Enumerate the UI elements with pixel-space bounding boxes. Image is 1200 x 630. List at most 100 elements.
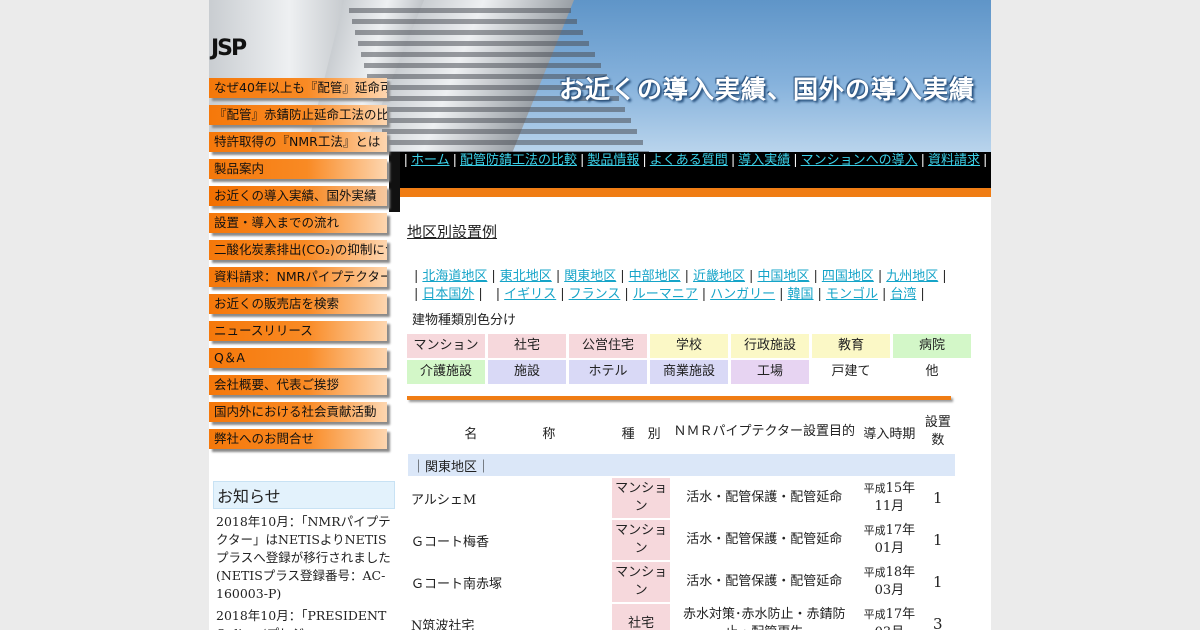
- region-link[interactable]: 関東地区: [564, 269, 616, 284]
- sidebar-item-9[interactable]: お近くの販売店を検索: [209, 294, 387, 314]
- region-link[interactable]: 四国地区: [822, 269, 874, 284]
- region-links-row: | 日本国外 | | イギリス | フランス | ルーマニア | ハンガリー | 韓国 | モンゴル | 台湾…: [410, 286, 959, 304]
- top-navigation: | ホーム | 配管防錆工法の比較 | 製品情報 | よくある質問 | 導入実績 | マンションへの導…: [400, 152, 991, 188]
- region-link[interactable]: 台湾: [890, 287, 916, 302]
- separator: |: [452, 153, 457, 168]
- legend-item: 介護施設: [407, 360, 485, 384]
- region-link[interactable]: 北海道地区: [422, 269, 487, 284]
- separator: |: [793, 153, 798, 168]
- row-count: 1: [933, 531, 943, 549]
- region-link[interactable]: 韓国: [788, 287, 814, 302]
- building-floor-line: [361, 52, 595, 57]
- sidebar-item-1[interactable]: なぜ40年以上も『配管』延命可能か: [209, 78, 387, 98]
- separator: |: [560, 287, 565, 302]
- separator: |: [701, 287, 707, 302]
- building-floor-line: [355, 30, 583, 35]
- table-row: Ｇコート梅香 マンション 活水・配管保護・配管延命 平成17年01月 1: [408, 520, 955, 560]
- separator: |: [414, 269, 419, 284]
- page: JSP お近くの導入実績、国外の導入実績 | ホーム | 配管防錆工法の比較 | 製品情報…: [209, 0, 991, 630]
- row-name: Ｇコート梅香: [411, 534, 490, 550]
- separator: |: [920, 153, 926, 168]
- separator: |: [491, 269, 496, 284]
- nav-link-2[interactable]: 配管防錆工法の比較: [460, 153, 577, 168]
- col-count: 設置数: [924, 415, 951, 448]
- company-logo[interactable]: JSP: [211, 36, 247, 61]
- col-date: 導入時期: [863, 426, 916, 442]
- row-count: 3: [933, 615, 943, 630]
- col-purpose: ＮＭＲパイプテクター設置目的: [673, 424, 855, 439]
- news-item: 2018年10月：「PRESIDENT Online (プレジ: [216, 608, 387, 630]
- orange-divider: [407, 396, 951, 400]
- nav-divider: [400, 188, 991, 197]
- separator: |: [684, 269, 690, 284]
- legend-item: 戸建て: [812, 360, 890, 384]
- building-floor-line: [358, 41, 589, 46]
- table-header-row: 名 称 種 別 ＮＭＲパイプテクター設置目的 導入時期 設置数: [408, 412, 955, 452]
- nav-link-7[interactable]: 資料請求: [928, 153, 980, 168]
- separator: |: [877, 269, 883, 284]
- row-date: 平成18年03月: [858, 562, 921, 602]
- row-purpose: 活水・配管保護・配管延命: [686, 574, 843, 589]
- region-link[interactable]: イギリス: [504, 287, 556, 302]
- sidebar-item-8[interactable]: 資料請求：NMRパイプテクター: [209, 267, 387, 287]
- sidebar-item-3[interactable]: 特許取得の『NMR工法』とは: [209, 132, 387, 152]
- row-name: Ｇコート南赤塚: [411, 576, 503, 592]
- region-link[interactable]: ルーマニア: [633, 287, 698, 302]
- region-link[interactable]: 中部地区: [629, 269, 681, 284]
- region-link[interactable]: モンゴル: [826, 287, 878, 302]
- row-name: アルシェM: [411, 492, 477, 508]
- separator: |: [642, 153, 647, 168]
- row-era: 平成: [863, 566, 886, 579]
- building-floor-line: [352, 19, 577, 24]
- nav-link-1[interactable]: ホーム: [411, 153, 450, 168]
- legend-title: 建物種類別色分け: [412, 313, 517, 328]
- sidebar-item-13[interactable]: 国内外における社会貢献活動: [209, 402, 387, 422]
- separator: |: [414, 287, 419, 302]
- nav-link-6[interactable]: マンションへの導入: [801, 153, 918, 168]
- row-purpose: 赤水対策･赤水防止・赤錆防止・配管更生: [682, 607, 846, 630]
- separator: |: [403, 153, 408, 168]
- row-era: 平成: [863, 524, 886, 537]
- separator: | |: [478, 287, 501, 302]
- sidebar-item-12[interactable]: 会社概要、代表ご挨拶: [209, 375, 387, 395]
- separator: |: [983, 153, 988, 168]
- sidebar-item-2[interactable]: 『配管』赤錆防止延命工法の比較: [209, 105, 387, 125]
- nav-link-5[interactable]: 導入実績: [738, 153, 790, 168]
- legend-item: ホテル: [569, 360, 647, 384]
- sidebar-item-4[interactable]: 製品案内: [209, 159, 387, 179]
- row-date: 平成17年03月: [858, 604, 921, 630]
- sidebar-item-6[interactable]: 設置・導入までの流れ: [209, 213, 387, 233]
- page-title: お近くの導入実績、国外の導入実績: [558, 75, 975, 104]
- sidebar-item-5[interactable]: お近くの導入実績、国外実績: [209, 186, 387, 206]
- separator: |: [942, 269, 947, 284]
- region-label: ｜関東地区｜: [408, 454, 955, 476]
- separator: |: [730, 153, 736, 168]
- col-type: 種 別: [621, 426, 661, 442]
- table-row: Ｇコート南赤塚 マンション 活水・配管保護・配管延命 平成18年03月 1: [408, 562, 955, 602]
- main-content: 地区別設置例 | 北海道地区 | 東北地区 | 関東地区 | 中部地区 | 近畿地区 | 中国地区 | 四…: [407, 215, 971, 384]
- sidebar-item-14[interactable]: 弊社へのお問合せ: [209, 429, 387, 449]
- building-type-legend: マンション 社宅 公営住宅 学校 行政施設 教育 病院 介護施設 施設 ホテル 商業施設 工場 戸建て他: [407, 334, 971, 384]
- legend-item: 行政施設: [731, 334, 809, 358]
- row-type: マンション: [611, 520, 671, 560]
- building-floor-line: [385, 140, 643, 145]
- row-purpose: 活水・配管保護・配管延命: [686, 490, 843, 505]
- table-row: アルシェM マンション 活水・配管保護・配管延命 平成15年11月 1: [408, 478, 955, 518]
- separator: |: [817, 287, 822, 302]
- separator: |: [624, 287, 629, 302]
- nav-link-4[interactable]: よくある質問: [650, 153, 728, 168]
- region-link[interactable]: 九州地区: [886, 269, 938, 284]
- region-link[interactable]: ハンガリー: [710, 287, 775, 302]
- legend-item: 教育: [812, 334, 890, 358]
- building-floor-line: [364, 63, 601, 68]
- sidebar-item-7[interactable]: 二酸化炭素排出(CO₂)の抑制について: [209, 240, 387, 260]
- sidebar-item-10[interactable]: ニュースリリース: [209, 321, 387, 341]
- region-link[interactable]: 日本国外: [422, 287, 474, 302]
- region-link[interactable]: 近畿地区: [693, 269, 745, 284]
- region-link[interactable]: 中国地区: [757, 269, 809, 284]
- region-link[interactable]: フランス: [569, 287, 621, 302]
- region-link[interactable]: 東北地区: [500, 269, 552, 284]
- nav-link-3[interactable]: 製品情報: [587, 153, 639, 168]
- sidebar-item-11[interactable]: Q＆A: [209, 348, 387, 368]
- col-name: 名 称: [464, 426, 556, 442]
